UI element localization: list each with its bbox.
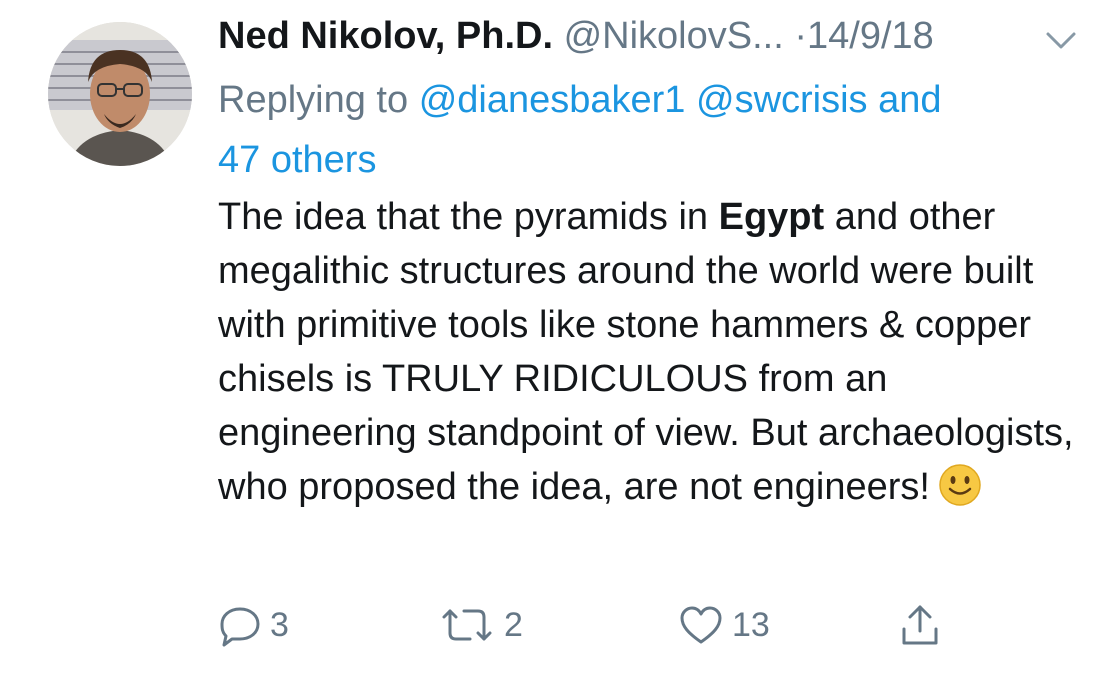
like-count: 13 xyxy=(732,606,770,644)
tweet-text-bold: Egypt xyxy=(718,196,825,238)
reply-count: 3 xyxy=(270,606,289,644)
mention-others[interactable]: 47 others xyxy=(218,139,376,181)
chevron-down-icon[interactable] xyxy=(1036,22,1086,58)
slightly-smiling-face-icon xyxy=(938,463,982,507)
heart-icon xyxy=(678,603,724,647)
author-name[interactable]: Ned Nikolov, Ph.D. xyxy=(218,15,553,57)
tweet-date[interactable]: 14/9/18 xyxy=(807,15,934,57)
reply-icon xyxy=(218,603,262,647)
mention-and[interactable]: and xyxy=(878,79,941,121)
replying-to: Replying to @dianesbaker1 @swcrisis and … xyxy=(218,70,1058,190)
avatar-photo xyxy=(48,22,192,166)
tweet-text: The idea that the pyramids in Egypt and … xyxy=(218,190,1078,514)
author-handle[interactable]: @NikolovS... xyxy=(564,15,784,57)
retweet-count: 2 xyxy=(504,606,523,644)
share-icon xyxy=(898,601,942,649)
reply-button[interactable]: 3 xyxy=(218,600,289,650)
mention-dianesbaker1[interactable]: @dianesbaker1 xyxy=(419,79,686,121)
separator-dot: · xyxy=(794,15,807,57)
tweet-text-part1: The idea that the pyramids in xyxy=(218,196,719,238)
like-button[interactable]: 13 xyxy=(678,600,770,650)
reply-prefix: Replying to xyxy=(218,79,409,121)
tweet-header: Ned Nikolov, Ph.D. @NikolovS... ·14/9/18 xyxy=(218,10,934,62)
retweet-icon xyxy=(438,603,496,647)
avatar[interactable] xyxy=(48,22,192,166)
retweet-button[interactable]: 2 xyxy=(438,600,523,650)
action-bar: 3 2 13 xyxy=(218,600,978,650)
tweet-text-part2: and other megalithic structures around t… xyxy=(218,196,1074,508)
mention-swcrisis[interactable]: @swcrisis xyxy=(696,79,868,121)
share-button[interactable] xyxy=(898,600,942,650)
